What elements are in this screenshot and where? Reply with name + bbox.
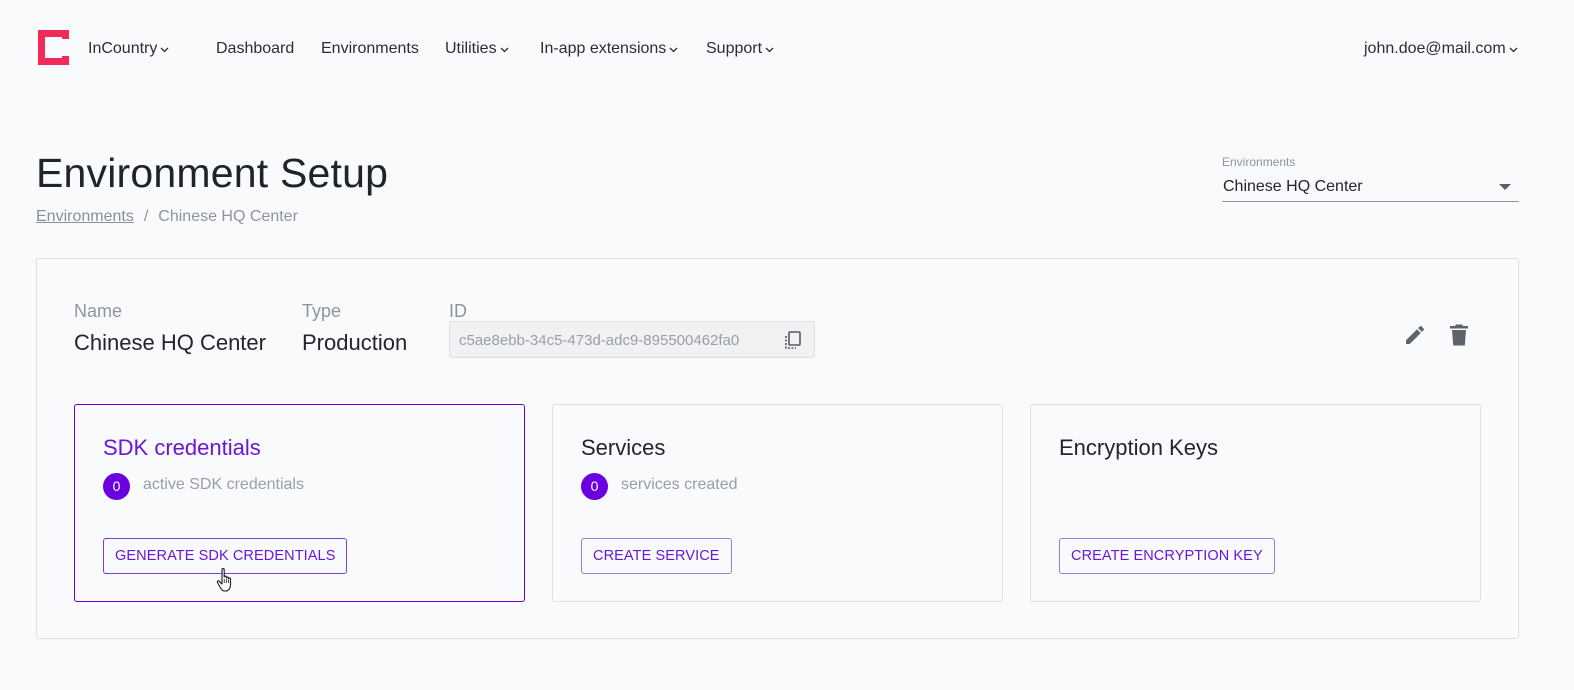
breadcrumb-current: Chinese HQ Center: [158, 208, 298, 225]
card-title: Encryption Keys: [1059, 435, 1218, 460]
copy-icon[interactable]: [784, 331, 802, 350]
nav-label: Environments: [321, 40, 419, 57]
environment-select-label: Environments: [1222, 155, 1296, 169]
sdk-credentials-card[interactable]: SDK credentials 0 active SDK credentials…: [74, 404, 525, 602]
id-input[interactable]: c5ae8ebb-34c5-473d-adc9-895500462fa0: [449, 321, 815, 358]
type-value: Production: [302, 330, 408, 355]
card-description: services created: [621, 476, 738, 493]
top-nav: InCountry Dashboard Environments Utiliti…: [0, 0, 1574, 96]
user-email: john.doe@mail.com: [1364, 40, 1506, 57]
create-encryption-key-button[interactable]: CREATE ENCRYPTION KEY: [1059, 538, 1275, 574]
encryption-keys-card[interactable]: Encryption Keys CREATE ENCRYPTION KEY: [1030, 404, 1481, 602]
count-badge: 0: [103, 473, 130, 500]
user-menu[interactable]: john.doe@mail.com: [1364, 40, 1518, 58]
environment-panel: Name Chinese HQ Center Type Production I…: [36, 258, 1519, 639]
hand-pointer-cursor-icon: [216, 567, 232, 592]
brand-label: InCountry: [88, 40, 158, 57]
nav-item-dashboard[interactable]: Dashboard: [216, 40, 294, 58]
dropdown-arrow-icon: [1499, 184, 1511, 190]
page-title: Environment Setup: [36, 150, 389, 196]
count-badge: 0: [581, 473, 608, 500]
environment-select[interactable]: Environments Chinese HQ Center: [1222, 154, 1519, 202]
name-value: Chinese HQ Center: [74, 330, 266, 355]
nav-label: In-app extensions: [540, 40, 667, 57]
type-label: Type: [302, 301, 342, 321]
name-label: Name: [74, 301, 123, 321]
chevron-down-icon: [765, 47, 774, 53]
incountry-logo-icon[interactable]: [38, 30, 69, 65]
id-label: ID: [449, 301, 467, 321]
chevron-down-icon: [669, 47, 678, 53]
chevron-down-icon: [160, 47, 169, 53]
nav-label: Utilities: [445, 40, 497, 57]
id-value: c5ae8ebb-34c5-473d-adc9-895500462fa0: [459, 332, 740, 349]
nav-label: Dashboard: [216, 40, 295, 57]
name-field: Name Chinese HQ Center: [74, 301, 266, 356]
card-title: Services: [581, 435, 666, 460]
chevron-down-icon: [1509, 47, 1518, 53]
create-service-button[interactable]: CREATE SERVICE: [581, 538, 732, 574]
services-card[interactable]: Services 0 services created CREATE SERVI…: [552, 404, 1003, 602]
card-title: SDK credentials: [103, 435, 261, 460]
trash-icon[interactable]: [1448, 323, 1470, 347]
id-field: ID: [449, 301, 467, 322]
nav-label: Support: [706, 40, 763, 57]
chevron-down-icon: [500, 47, 509, 53]
environment-select-value: Chinese HQ Center: [1223, 178, 1363, 195]
brand-menu[interactable]: InCountry: [88, 40, 169, 58]
nav-item-environments[interactable]: Environments: [321, 40, 419, 58]
breadcrumb: Environments / Chinese HQ Center: [36, 208, 298, 226]
nav-item-in-app-extensions[interactable]: In-app extensions: [540, 40, 678, 58]
nav-item-utilities[interactable]: Utilities: [445, 40, 509, 58]
edit-pencil-icon[interactable]: [1403, 323, 1427, 347]
card-description: active SDK credentials: [143, 476, 304, 493]
nav-item-support[interactable]: Support: [706, 40, 774, 58]
breadcrumb-link-environments[interactable]: Environments: [36, 208, 134, 226]
breadcrumb-separator: /: [143, 208, 149, 225]
type-field: Type Production: [302, 301, 407, 356]
